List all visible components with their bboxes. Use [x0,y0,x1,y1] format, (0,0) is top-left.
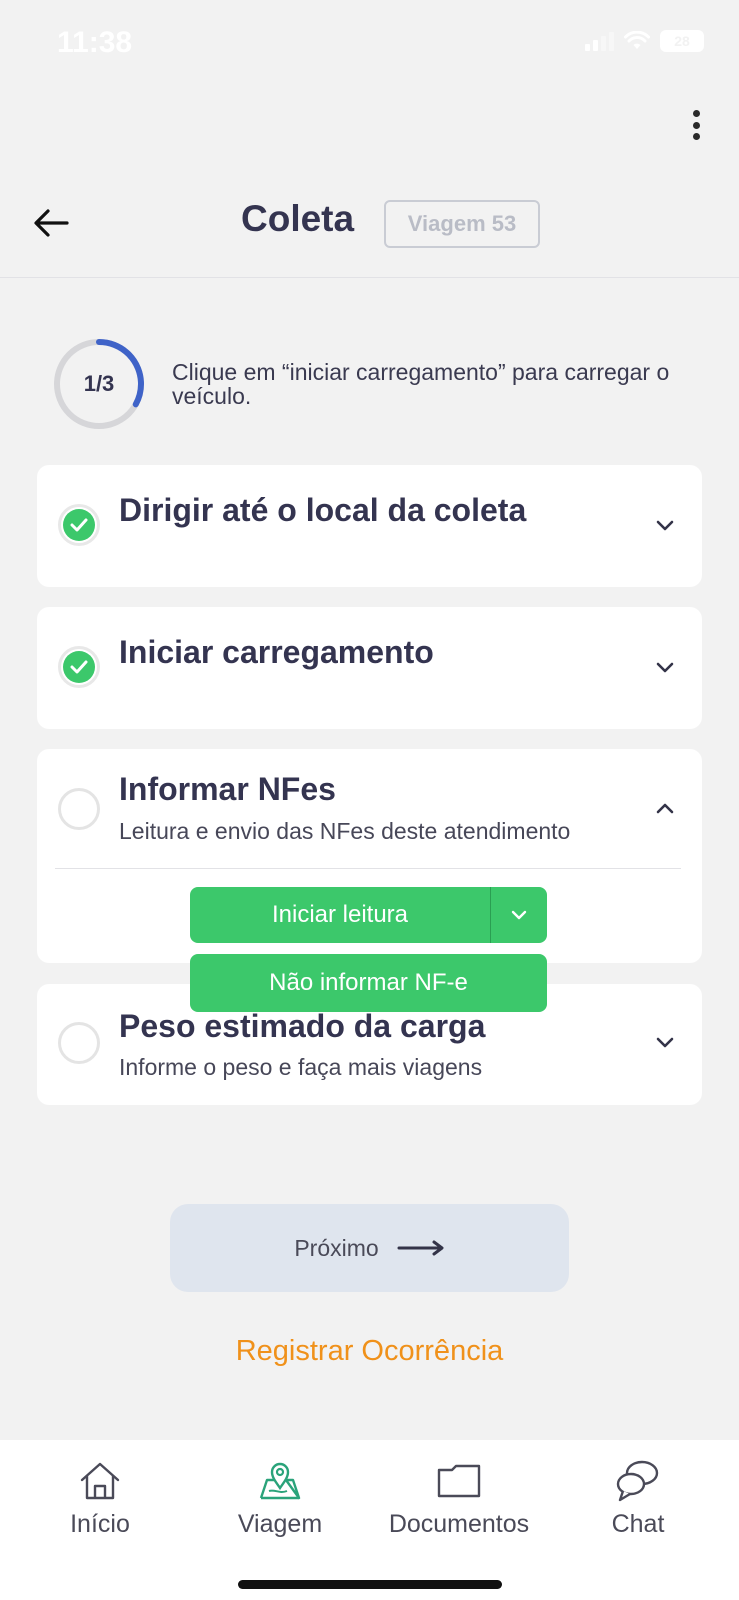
signal-icon [585,31,614,51]
step-subtitle: Informe o peso e faça mais viagens [119,1054,483,1080]
divider [55,868,681,869]
chevron-up-icon[interactable] [652,795,678,821]
step-title: Iniciar carregamento [119,634,434,670]
arrow-left-icon [34,209,69,237]
tab-label: Chat [611,1510,665,1538]
folder-icon [437,1464,481,1498]
step-check-done [58,504,100,546]
tab-viagem[interactable]: Viagem [205,1458,355,1539]
wifi-icon [624,31,650,49]
bottom-tab-bar: Início Viagem Documentos Chat [0,1440,739,1600]
start-reading-button[interactable]: Iniciar leitura [190,887,490,943]
tab-label: Documentos [388,1510,530,1538]
step-card-loading[interactable]: Iniciar carregamento [37,607,702,729]
tab-chat[interactable]: Chat [563,1458,713,1539]
status-bar: 11:38 28 [0,0,739,90]
chevron-down-icon[interactable] [652,655,678,681]
check-icon [70,660,88,674]
check-icon [70,518,88,532]
next-button[interactable]: Próximo [170,1204,569,1292]
page-header: Coleta Viagem 53 [0,180,739,278]
start-reading-split-button: Iniciar leitura [190,887,547,943]
chevron-down-icon[interactable] [652,1030,678,1056]
step-card-drive[interactable]: Dirigir até o local da coleta [37,465,702,587]
skip-nfe-option[interactable]: Não informar NF-e [190,954,547,1012]
home-indicator [238,1580,502,1589]
tab-label: Viagem [237,1510,323,1538]
progress-label: 1/3 [83,371,115,396]
next-button-label: Próximo [294,1234,379,1261]
step-title: Peso estimado da carga [119,1008,486,1044]
home-icon [80,1462,120,1500]
step-title: Dirigir até o local da coleta [119,492,527,528]
status-time: 11:38 [57,26,133,59]
more-options-icon[interactable] [689,110,703,140]
dropdown-toggle[interactable] [491,887,547,943]
step-subtitle: Leitura e envio das NFes deste atendimen… [119,818,571,844]
chevron-down-icon[interactable] [652,513,678,539]
tab-inicio[interactable]: Início [25,1458,175,1539]
step-title: Informar NFes [119,771,336,807]
arrow-right-icon [397,1240,444,1256]
battery-icon: 28 [660,30,704,52]
step-check-pending [58,1022,100,1064]
step-check-done [58,646,100,688]
tab-label: Início [70,1510,130,1538]
trip-badge: Viagem 53 [384,200,540,248]
back-button[interactable] [30,202,72,244]
tab-documentos[interactable]: Documentos [384,1458,534,1539]
chevron-down-icon [511,910,527,920]
page-title: Coleta [241,198,355,239]
chat-icon [616,1460,659,1502]
register-occurrence-link[interactable]: Registrar Ocorrência [0,1335,739,1368]
step-check-pending [58,788,100,830]
map-pin-icon [259,1462,301,1500]
instruction-text: Clique em “iniciar carregamento” para ca… [172,359,670,409]
status-icons: 28 [585,30,704,52]
